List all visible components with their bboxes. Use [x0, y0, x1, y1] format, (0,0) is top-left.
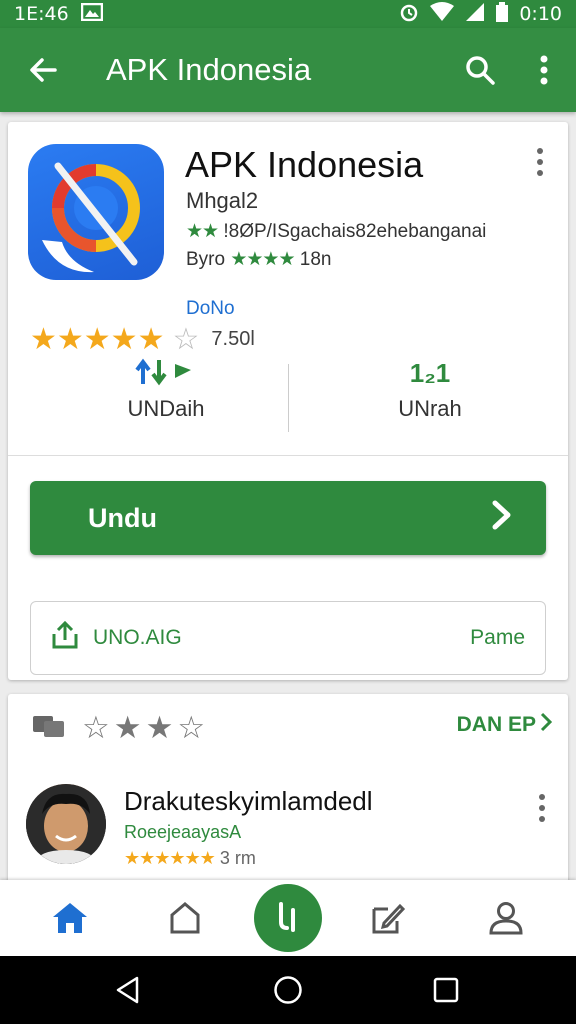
download-button[interactable]: Undu: [30, 481, 546, 555]
app-name: APK Indonesia: [185, 144, 424, 185]
system-recents-button[interactable]: [406, 956, 486, 1024]
search-icon: [466, 56, 495, 85]
app-badge-link[interactable]: DoNo: [186, 298, 235, 320]
meta-prefix: Byro: [186, 249, 226, 270]
app-bar-title: APK Indonesia: [106, 52, 312, 87]
home-icon: [53, 903, 87, 933]
signal-icon: [465, 2, 485, 27]
status-time-right: 0:10: [519, 3, 562, 25]
review-more-button[interactable]: [532, 788, 552, 828]
rating-row: ★★★★★ ☆ 7.50l: [30, 322, 255, 357]
stat-downloads[interactable]: UNDaih: [66, 358, 266, 422]
app-meta-line-1: ★★ !8ØP/ISgachais82ehebanganai: [186, 220, 486, 243]
developer-name[interactable]: Mhgal2: [186, 188, 258, 214]
search-button[interactable]: [448, 28, 512, 112]
more-vert-icon: [540, 55, 548, 85]
bottom-navigation: [0, 880, 576, 956]
overflow-menu-button[interactable]: [512, 28, 576, 112]
nav-profile[interactable]: [466, 880, 546, 956]
app-card-more-button[interactable]: [530, 142, 550, 182]
battery-icon: [495, 1, 509, 27]
app-bar: APK Indonesia: [0, 28, 576, 112]
rating-stars: ★★★★★: [30, 323, 165, 356]
stat-rank-label: UNrah: [398, 396, 462, 421]
stats-row: UNDaih 1₂1 UNrah: [8, 358, 568, 442]
app-detail-card: APK Indonesia Mhgal2 ★★ !8ØP/ISgachais82…: [8, 122, 568, 680]
reviews-card: ☆★★☆ DAN EP Drakuteskyimlamdedl Roeejeaa…: [8, 694, 568, 884]
back-triangle-icon: [116, 976, 139, 1004]
stat-rank[interactable]: 1₂1 UNrah: [330, 358, 530, 422]
alarm-icon: [399, 2, 419, 27]
review-rating: ★★★★★★ 3 rm: [124, 848, 256, 869]
reviewer-subtitle: RoeejeaayasA: [124, 822, 242, 842]
gallery-icon: [80, 2, 103, 26]
divider: [8, 455, 568, 456]
download-button-label: Undu: [88, 502, 157, 533]
share-button-right-label: Pame: [470, 626, 525, 649]
review-head-stars: ☆★★☆: [82, 710, 210, 745]
edit-icon: [372, 903, 406, 934]
system-home-button[interactable]: [248, 956, 328, 1024]
rating-value: 7.50l: [211, 328, 255, 350]
nav-store[interactable]: [145, 880, 225, 956]
review-header: ☆★★☆: [32, 710, 209, 746]
meta-suffix: 18n: [299, 249, 332, 270]
chevron-right-icon: [490, 499, 514, 538]
reviewer-avatar: [26, 784, 106, 864]
system-navigation-bar: [0, 956, 576, 1024]
meta-text: !8ØP/ISgachais82ehebanganai: [223, 221, 487, 242]
reviews-see-more-label: DAN EP: [456, 713, 536, 736]
nav-edit[interactable]: [348, 880, 428, 956]
stat-downloads-label: UNDaih: [127, 396, 205, 421]
rating-empty-star-icon: ☆: [172, 323, 200, 356]
stat-divider: [288, 364, 289, 432]
review-stars: ★★★★★★: [124, 848, 216, 868]
recents-square-icon: [433, 977, 459, 1003]
status-time-left: 1E:46: [14, 3, 69, 25]
app-meta-line-2: Byro ★★★★ 18n: [186, 248, 331, 271]
back-button[interactable]: [0, 28, 86, 112]
share-button-label: UNO.AIG: [93, 626, 182, 649]
back-arrow-icon: [30, 58, 57, 82]
reviewer-name: Drakuteskyimlamdedl: [124, 786, 373, 816]
nav-fab-button[interactable]: [254, 884, 322, 952]
ticket-icon: [32, 712, 66, 745]
nav-home[interactable]: [30, 880, 110, 956]
share-icon: [51, 620, 79, 656]
app-logo-icon: [28, 144, 164, 280]
meta-stars-2: ★★★★: [230, 249, 295, 270]
home-circle-icon: [274, 976, 302, 1004]
share-button[interactable]: UNO.AIG Pame: [30, 601, 546, 675]
download-stat-icon: [66, 358, 266, 390]
profile-icon: [489, 902, 523, 935]
fab-icon: [279, 902, 295, 932]
review-time: 3 rm: [219, 848, 256, 868]
store-icon: [170, 902, 200, 934]
wifi-icon: [429, 1, 455, 27]
status-bar: 1E:46 0:10: [0, 0, 576, 28]
system-back-button[interactable]: [88, 956, 168, 1024]
reviews-see-more-link[interactable]: DAN EP: [456, 712, 553, 738]
stat-rank-icon: 1₂1: [409, 358, 451, 388]
meta-stars: ★★: [186, 221, 219, 242]
chevron-right-icon: [540, 712, 553, 738]
